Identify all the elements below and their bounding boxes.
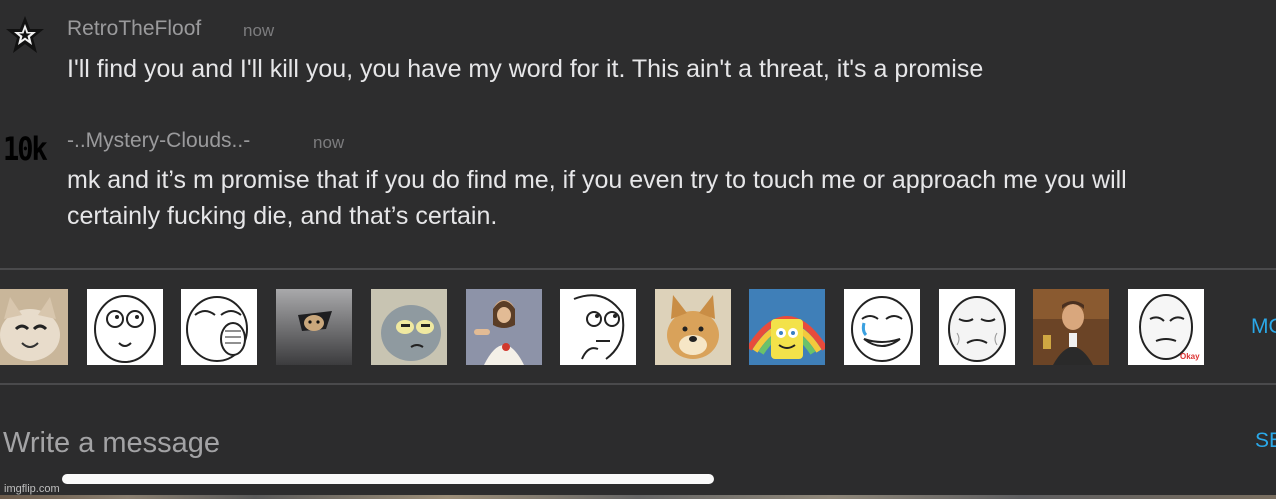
thinking-face-meme[interactable] — [560, 289, 636, 365]
okay-face-meme[interactable]: Okay — [1128, 289, 1204, 365]
svg-text:Okay: Okay — [1180, 352, 1200, 361]
message-text: mk and it’s m promise that if you do fin… — [67, 162, 1276, 234]
content-peek — [0, 495, 1276, 499]
doge-meme[interactable] — [655, 289, 731, 365]
home-indicator[interactable] — [62, 474, 714, 484]
watermark: imgflip.com — [4, 483, 60, 495]
lol-face-meme[interactable] — [181, 289, 257, 365]
more-memes-link[interactable]: MO — [1251, 315, 1276, 339]
ceiling-cat-meme[interactable] — [276, 289, 352, 365]
happy-tears-face-meme[interactable] — [844, 289, 920, 365]
derp-face-meme[interactable] — [87, 289, 163, 365]
message-line: certainly fucking die, and that’s certai… — [67, 202, 498, 230]
imagination-spongebob-meme[interactable] — [749, 289, 825, 365]
message-timestamp: now — [313, 133, 345, 152]
send-button[interactable]: SE — [1255, 429, 1276, 453]
compose-bar: SE imgflip.com — [0, 385, 1276, 499]
message-input[interactable] — [3, 423, 1153, 463]
avatar-text[interactable]: 10k — [3, 131, 48, 168]
chat-screen: RetroTheFloof now I'll find you and I'll… — [0, 0, 1276, 499]
divider — [0, 268, 1276, 270]
message-line: mk and it’s m promise that if you do fin… — [67, 166, 1127, 194]
meme-picker-strip: Okay MO — [0, 271, 1276, 383]
laughing-leo-meme[interactable] — [1033, 289, 1109, 365]
smiling-cat-meme[interactable] — [0, 289, 68, 365]
buddy-christ-meme[interactable] — [466, 289, 542, 365]
chat-message: 10k -..Mystery-Clouds..- now mk and it’s… — [0, 0, 1276, 260]
message-username[interactable]: -..Mystery-Clouds..- — [67, 129, 250, 153]
unsettled-tom-meme[interactable] — [371, 289, 447, 365]
okay-guy-meme[interactable] — [939, 289, 1015, 365]
